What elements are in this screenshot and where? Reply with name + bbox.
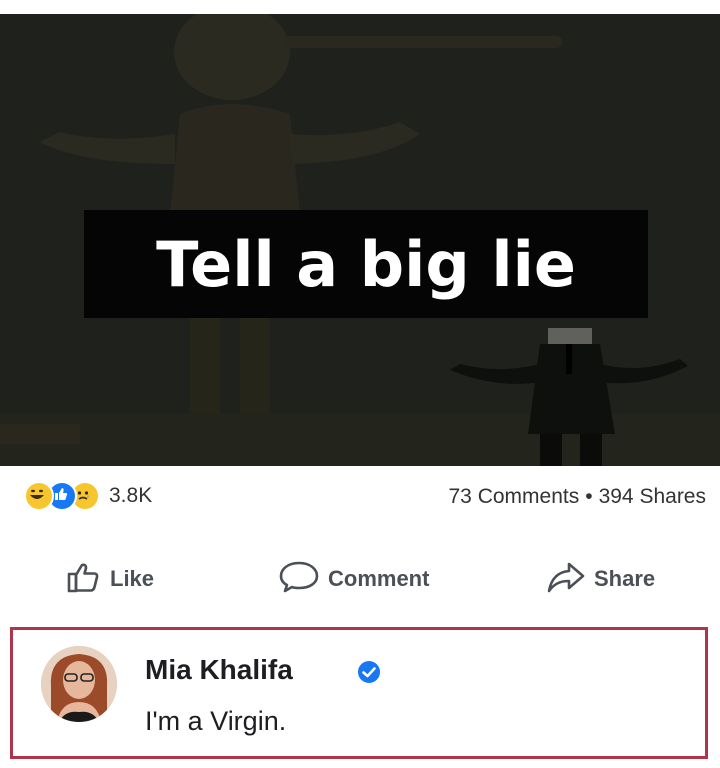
- image-caption: Tell a big lie: [156, 227, 576, 301]
- share-arrow-icon: [546, 560, 586, 599]
- comment-text: I'm a Virgin.: [145, 706, 287, 736]
- verified-badge-icon: [357, 660, 381, 689]
- comment-label: Comment: [328, 566, 430, 591]
- avatar[interactable]: [41, 646, 117, 722]
- like-button[interactable]: Like: [66, 562, 154, 596]
- comment-button[interactable]: Comment: [278, 560, 430, 599]
- share-label: Share: [594, 566, 656, 591]
- comments-count-link[interactable]: 73 Comments: [449, 485, 580, 508]
- comments-shares-summary: 73 Comments • 394 Shares: [449, 485, 707, 509]
- separator-dot: •: [585, 485, 593, 508]
- shares-count-link[interactable]: 394 Shares: [599, 485, 706, 508]
- speech-bubble-icon: [278, 560, 320, 599]
- like-label: Like: [110, 566, 155, 591]
- top-strip: [0, 0, 720, 14]
- haha-icon: [24, 481, 54, 511]
- post-stats-bar: 3.8K 73 Comments • 394 Shares: [0, 466, 720, 526]
- thumbs-up-icon: [66, 560, 102, 599]
- reaction-count: 3.8K: [109, 484, 153, 507]
- share-button[interactable]: Share: [546, 562, 655, 596]
- reactions-summary[interactable]: 3.8K: [24, 481, 153, 511]
- post-actions-bar: Like Comment Share: [0, 544, 720, 614]
- comment-author-name[interactable]: Mia Khalifa: [145, 654, 293, 686]
- post-image[interactable]: Tell a big lie: [0, 14, 720, 466]
- highlighted-comment: Mia Khalifa I'm a Virgin.: [10, 627, 708, 759]
- caption-box: Tell a big lie: [84, 210, 648, 318]
